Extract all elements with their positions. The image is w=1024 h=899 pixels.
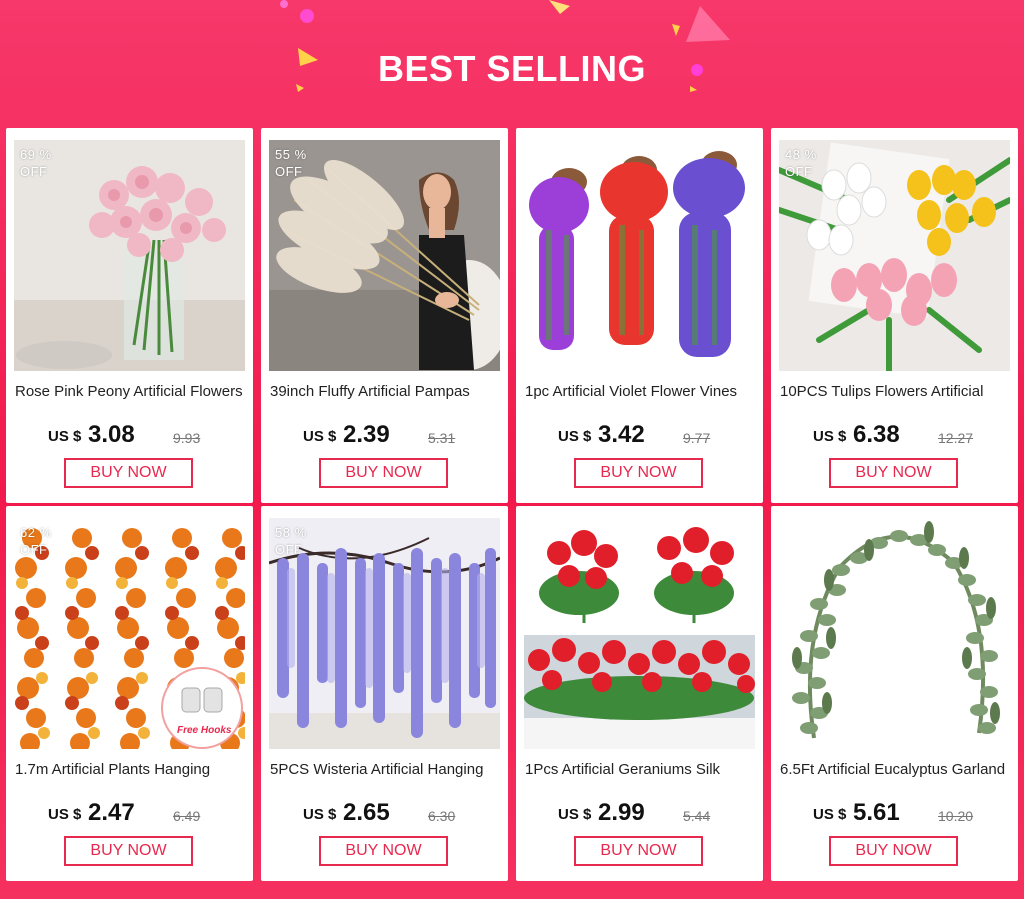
current-price: 2.47 [88,799,135,826]
product-card[interactable]: 48 % OFF 10PCS Tulips Flowers Artificial … [771,128,1018,503]
pink-peony-vase-image[interactable]: 69 % OFF [14,140,245,371]
buy-now-button[interactable]: BUY NOW [829,836,958,866]
currency-label: US $ [813,428,847,445]
product-title[interactable]: 39inch Fluffy Artificial Pampas [270,383,502,400]
price-row: US $ 2.65 6.30 [261,799,508,831]
product-title[interactable]: 1.7m Artificial Plants Hanging [15,761,247,778]
product-title[interactable]: 10PCS Tulips Flowers Artificial [780,383,1012,400]
price-row: US $ 2.99 5.44 [516,799,763,831]
current-price: 2.65 [343,799,390,826]
current-price: 2.39 [343,421,390,448]
current-price: 3.42 [598,421,645,448]
discount-badge: 69 % OFF [20,147,52,179]
original-price: 9.93 [173,430,201,446]
product-title[interactable]: 5PCS Wisteria Artificial Hanging [270,761,502,778]
price-row: US $ 5.61 10.20 [771,799,1018,831]
buy-now-button[interactable]: BUY NOW [574,836,703,866]
discount-badge: 48 % OFF [785,147,817,179]
current-price: 3.08 [88,421,135,448]
current-price: 5.61 [853,799,900,826]
maple-leaf-garland-image[interactable]: 62 % OFF Free Hooks [14,518,245,749]
wisteria-image[interactable]: 58 % OFF [269,518,500,749]
page-title: BEST SELLING [377,48,647,89]
eucalyptus-garland-image[interactable] [779,518,1010,749]
currency-label: US $ [303,806,337,823]
original-price: 10.20 [938,808,974,824]
price-row: US $ 2.47 6.49 [6,799,253,831]
discount-badge: 58 % OFF [275,525,307,557]
currency-label: US $ [558,428,592,445]
original-price: 6.30 [428,808,456,824]
current-price: 6.38 [853,421,900,448]
original-price: 9.77 [683,430,711,446]
product-title[interactable]: 1pc Artificial Violet Flower Vines [525,383,757,400]
free-hooks-label: Free Hooks [177,725,232,736]
product-card[interactable]: 69 % OFF Rose Pink Peony Artificial Flowe… [6,128,253,503]
buy-now-button[interactable]: BUY NOW [64,836,193,866]
product-card[interactable]: 1Pcs Artificial Geraniums Silk US $ 2.99… [516,506,763,881]
red-geraniums-image[interactable] [524,518,755,749]
product-title[interactable]: 1Pcs Artificial Geraniums Silk [525,761,757,778]
price-row: US $ 3.08 9.93 [6,421,253,453]
discount-badge: 55 % OFF [275,147,307,179]
original-price: 5.31 [428,430,456,446]
product-title[interactable]: 6.5Ft Artificial Eucalyptus Garland [780,761,1012,778]
tulips-image[interactable]: 48 % OFF [779,140,1010,371]
best-selling-banner: BEST SELLING [0,0,1024,128]
original-price: 6.49 [173,808,201,824]
currency-label: US $ [48,428,82,445]
buy-now-button[interactable]: BUY NOW [64,458,193,488]
product-card[interactable]: 55 % OFF 39inch Fluffy Artificial Pampas … [261,128,508,503]
price-row: US $ 6.38 12.27 [771,421,1018,453]
original-price: 12.27 [938,430,974,446]
buy-now-button[interactable]: BUY NOW [574,458,703,488]
buy-now-button[interactable]: BUY NOW [829,458,958,488]
price-row: US $ 3.42 9.77 [516,421,763,453]
buy-now-button[interactable]: BUY NOW [319,836,448,866]
current-price: 2.99 [598,799,645,826]
currency-label: US $ [813,806,847,823]
currency-label: US $ [48,806,82,823]
buy-now-button[interactable]: BUY NOW [319,458,448,488]
currency-label: US $ [303,428,337,445]
price-row: US $ 2.39 5.31 [261,421,508,453]
pampas-grass-model-image[interactable]: 55 % OFF [269,140,500,371]
product-card[interactable]: 1pc Artificial Violet Flower Vines US $ … [516,128,763,503]
product-card[interactable]: 62 % OFF Free Hooks 1.7m Artificial Plant… [6,506,253,881]
currency-label: US $ [558,806,592,823]
original-price: 5.44 [683,808,711,824]
product-card[interactable]: 58 % OFF 5PCS Wisteria Artificial Hanging… [261,506,508,881]
violet-flower-vines-image[interactable] [524,140,755,371]
discount-badge: 62 % OFF [20,525,52,557]
product-card[interactable]: 6.5Ft Artificial Eucalyptus Garland US $… [771,506,1018,881]
product-title[interactable]: Rose Pink Peony Artificial Flowers [15,383,247,400]
